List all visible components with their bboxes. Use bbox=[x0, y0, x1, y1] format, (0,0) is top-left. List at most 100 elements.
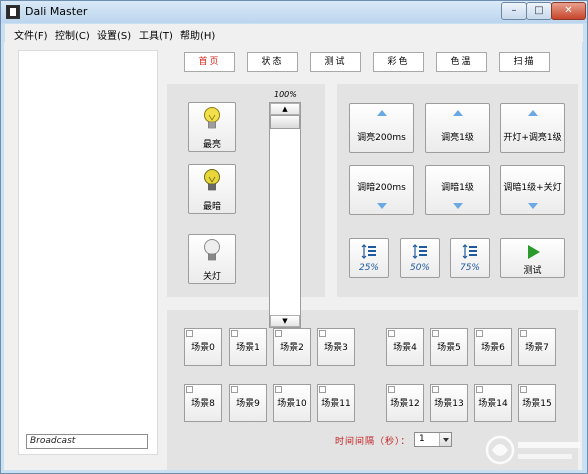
scene-button-12[interactable]: 场景12 bbox=[386, 384, 424, 422]
preset-50-button[interactable]: 50% bbox=[400, 238, 440, 278]
scene-button-3[interactable]: 场景3 bbox=[317, 328, 355, 366]
brightness-slider[interactable]: ▲ ▼ bbox=[269, 102, 301, 328]
menu-file[interactable]: 文件(F) bbox=[14, 27, 48, 42]
maximize-button[interactable]: □ bbox=[526, 2, 552, 20]
interval-label: 时间间隔（秒）： bbox=[335, 437, 411, 447]
tab-scan[interactable]: 扫描 bbox=[499, 52, 550, 72]
scene-button-5[interactable]: 场景5 bbox=[430, 328, 468, 366]
scene-label: 场景8 bbox=[191, 399, 215, 409]
scene-button-10[interactable]: 场景10 bbox=[273, 384, 311, 422]
bulb-on-icon bbox=[204, 107, 220, 129]
scene-button-8[interactable]: 场景8 bbox=[184, 384, 222, 422]
dim-up-200ms-button[interactable]: 调亮200ms bbox=[349, 103, 414, 153]
interval-select[interactable]: 1 bbox=[414, 432, 452, 447]
scene-label: 场景12 bbox=[390, 399, 420, 409]
scene-checkbox[interactable] bbox=[520, 330, 527, 337]
minimize-button[interactable]: – bbox=[501, 2, 527, 20]
dim-down-1-step-button[interactable]: 调暗1级 bbox=[425, 165, 490, 215]
scene-checkbox[interactable] bbox=[520, 386, 527, 393]
slider-thumb[interactable] bbox=[270, 115, 300, 129]
arrow-down-icon bbox=[376, 203, 387, 209]
test-button[interactable]: 测试 bbox=[500, 238, 565, 278]
scene-checkbox[interactable] bbox=[275, 330, 282, 337]
scene-button-9[interactable]: 场景9 bbox=[229, 384, 267, 422]
scene-button-14[interactable]: 场景14 bbox=[474, 384, 512, 422]
scene-label: 场景14 bbox=[478, 399, 508, 409]
scene-checkbox[interactable] bbox=[476, 330, 483, 337]
level-list-icon bbox=[412, 244, 427, 259]
tab-test[interactable]: 测试 bbox=[310, 52, 361, 72]
preset-75-button[interactable]: 75% bbox=[450, 238, 490, 278]
scene-button-15[interactable]: 场景15 bbox=[518, 384, 556, 422]
menu-settings[interactable]: 设置(S) bbox=[97, 27, 131, 42]
dim-up-1-step-label: 调亮1级 bbox=[441, 133, 474, 143]
scene-label: 场景4 bbox=[393, 343, 417, 353]
title-bar[interactable]: Dali Master – □ ✕ bbox=[1, 1, 587, 23]
window-title: Dali Master bbox=[25, 5, 88, 18]
on-and-dim-up-label: 开灯+调亮1级 bbox=[503, 133, 562, 143]
chevron-down-icon[interactable] bbox=[439, 433, 451, 446]
scene-label: 场景9 bbox=[236, 399, 260, 409]
dim-down-and-off-button[interactable]: 调暗1级+关灯 bbox=[500, 165, 565, 215]
scene-label: 场景11 bbox=[321, 399, 351, 409]
dim-down-and-off-label: 调暗1级+关灯 bbox=[503, 183, 562, 193]
scene-label: 场景6 bbox=[481, 343, 505, 353]
interval-value: 1 bbox=[419, 434, 425, 444]
close-button[interactable]: ✕ bbox=[551, 2, 586, 20]
client-area: 首页 状态 测试 彩色 色温 扫描 最亮 最暗 关灯 100% ▲ ▼ 调亮20… bbox=[4, 42, 582, 470]
scene-checkbox[interactable] bbox=[186, 330, 193, 337]
slider-down-button[interactable]: ▼ bbox=[270, 315, 300, 327]
scene-checkbox[interactable] bbox=[476, 386, 483, 393]
menu-help[interactable]: 帮助(H) bbox=[180, 27, 215, 42]
scene-button-7[interactable]: 场景7 bbox=[518, 328, 556, 366]
watermark-logo bbox=[485, 435, 580, 465]
scene-button-11[interactable]: 场景11 bbox=[317, 384, 355, 422]
dim-down-200ms-label: 调暗200ms bbox=[357, 183, 406, 193]
scene-button-6[interactable]: 场景6 bbox=[474, 328, 512, 366]
scene-button-13[interactable]: 场景13 bbox=[430, 384, 468, 422]
scene-button-0[interactable]: 场景0 bbox=[184, 328, 222, 366]
arrow-down-icon bbox=[527, 203, 538, 209]
scene-checkbox[interactable] bbox=[388, 386, 395, 393]
scene-checkbox[interactable] bbox=[186, 386, 193, 393]
scene-label: 场景13 bbox=[434, 399, 464, 409]
min-brightness-button[interactable]: 最暗 bbox=[188, 164, 236, 214]
dim-up-200ms-label: 调亮200ms bbox=[357, 133, 406, 143]
scene-checkbox[interactable] bbox=[388, 330, 395, 337]
arrow-up-icon bbox=[376, 110, 387, 116]
scene-checkbox[interactable] bbox=[319, 330, 326, 337]
scene-checkbox[interactable] bbox=[319, 386, 326, 393]
tab-color-temperature[interactable]: 色温 bbox=[436, 52, 487, 72]
tab-status[interactable]: 状态 bbox=[247, 52, 298, 72]
broadcast-field[interactable]: Broadcast bbox=[26, 434, 148, 449]
device-tree-panel[interactable] bbox=[18, 50, 158, 455]
on-and-dim-up-button[interactable]: 开灯+调亮1级 bbox=[500, 103, 565, 153]
tab-color[interactable]: 彩色 bbox=[373, 52, 424, 72]
scene-checkbox[interactable] bbox=[275, 386, 282, 393]
dim-down-200ms-button[interactable]: 调暗200ms bbox=[349, 165, 414, 215]
arrow-up-icon bbox=[527, 110, 538, 116]
max-brightness-label: 最亮 bbox=[202, 140, 221, 150]
scene-checkbox[interactable] bbox=[231, 386, 238, 393]
max-brightness-button[interactable]: 最亮 bbox=[188, 102, 236, 152]
preset-25-label: 25% bbox=[358, 263, 379, 273]
scene-label: 场景0 bbox=[191, 343, 215, 353]
slider-up-button[interactable]: ▲ bbox=[270, 103, 300, 115]
level-list-icon bbox=[462, 244, 477, 259]
menu-control[interactable]: 控制(C) bbox=[55, 27, 90, 42]
scene-checkbox[interactable] bbox=[432, 330, 439, 337]
min-brightness-label: 最暗 bbox=[202, 202, 221, 212]
bulb-off-icon bbox=[204, 239, 220, 261]
arrow-up-icon bbox=[452, 110, 463, 116]
scene-checkbox[interactable] bbox=[432, 386, 439, 393]
light-off-button[interactable]: 关灯 bbox=[188, 234, 236, 284]
preset-25-button[interactable]: 25% bbox=[349, 238, 389, 278]
menu-tools[interactable]: 工具(T) bbox=[139, 27, 173, 42]
scene-button-1[interactable]: 场景1 bbox=[229, 328, 267, 366]
scene-checkbox[interactable] bbox=[231, 330, 238, 337]
scene-button-4[interactable]: 场景4 bbox=[386, 328, 424, 366]
scene-button-2[interactable]: 场景2 bbox=[273, 328, 311, 366]
test-button-label: 测试 bbox=[523, 266, 542, 276]
dim-up-1-step-button[interactable]: 调亮1级 bbox=[425, 103, 490, 153]
tab-home[interactable]: 首页 bbox=[184, 52, 235, 72]
